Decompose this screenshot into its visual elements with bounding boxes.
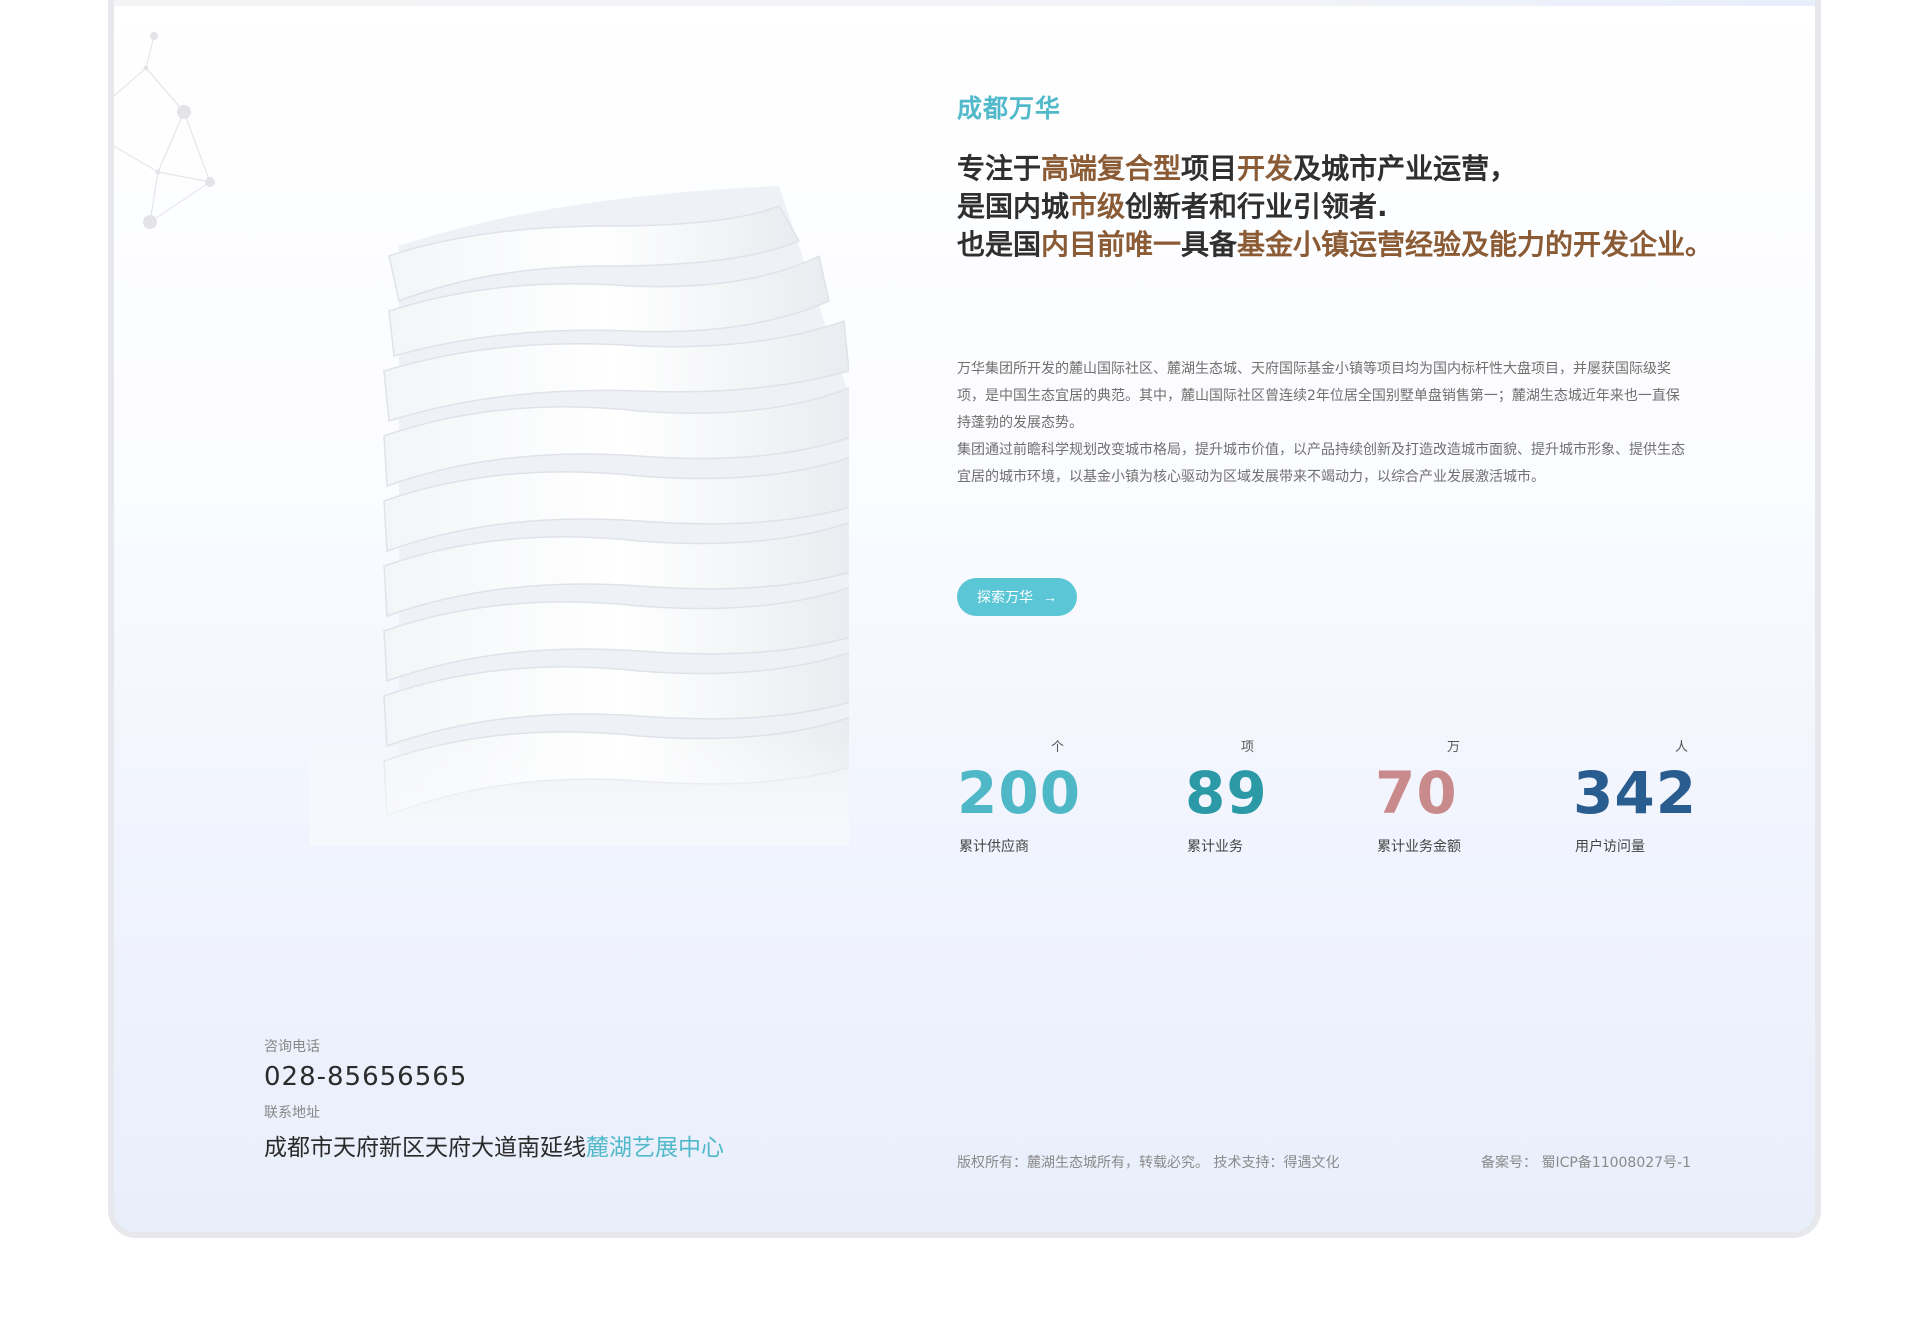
headline-line: 也是国内目前唯一具备基金小镇运营经验及能力的开发企业。: [957, 226, 1717, 264]
stat-label: 累计业务金额: [1377, 839, 1461, 855]
headline-highlight: 市级: [1069, 190, 1126, 223]
headline-line: 专注于高端复合型项目开发及城市产业运营，: [957, 150, 1717, 188]
network-node: [205, 177, 215, 187]
headline-highlight: 高端复合型: [1041, 152, 1182, 185]
network-node: [143, 65, 149, 71]
contact-block: 咨询电话 028-85656565 联系地址 成都市天府新区天府大道南延线麓湖艺…: [264, 1036, 724, 1162]
intro-paragraph: 万华集团所开发的麓山国际社区、麓湖生态城、天府国际基金小镇等项目均为国内标杆性大…: [957, 361, 1680, 431]
headline-text: 及城市产业运营，: [1293, 152, 1518, 185]
explore-button[interactable]: 探索万华 →: [957, 578, 1077, 616]
headline-highlight: 内目前唯一: [1041, 228, 1182, 261]
headline-text: 是国内城: [957, 190, 1070, 223]
stat-value: 342: [1573, 759, 1698, 827]
address: 成都市天府新区天府大道南延线麓湖艺展中心: [264, 1128, 724, 1162]
building-illustration: [309, 126, 849, 846]
stat-label: 用户访问量: [1575, 839, 1645, 855]
stat-unit: 个: [1051, 740, 1065, 755]
section-eyebrow: 成都万华: [957, 94, 1062, 123]
network-node: [177, 105, 191, 119]
headline-text: 项目: [1181, 152, 1238, 185]
phone-number[interactable]: 028-85656565: [264, 1062, 724, 1092]
stat-unit: 人: [1675, 740, 1689, 755]
stat-value: 89: [1185, 759, 1268, 827]
explore-button-label: 探索万华: [977, 589, 1033, 605]
headline-highlight: 基金小镇运营经验及能力的开发企业。: [1237, 228, 1714, 261]
icp-record[interactable]: 备案号： 蜀ICP备11008027号-1: [1481, 1152, 1691, 1172]
network-node: [150, 32, 158, 40]
address-main: 成都市天府新区天府大道南延线: [264, 1135, 586, 1161]
network-decoration: [114, 32, 215, 229]
stats-row: 个 200 累计供应商 项 89 累计业务 万 70 累计业务金额 人 342 …: [957, 736, 1696, 856]
stat-label: 累计供应商: [959, 839, 1029, 855]
network-node: [143, 215, 157, 229]
headline: 专注于高端复合型项目开发及城市产业运营， 是国内城市级创新者和行业引领者. 也是…: [957, 150, 1717, 264]
headline-text: 创新者和行业引领者.: [1125, 190, 1388, 223]
intro-paragraph: 集团通过前瞻科学规划改变城市格局，提升城市价值，以产品持续创新及打造改造城市面貌…: [957, 442, 1685, 485]
copyright-text: 版权所有：麓湖生态城所有，转载必究。 技术支持：得遇文化: [957, 1155, 1340, 1171]
address-label: 联系地址: [264, 1105, 320, 1121]
stat-value: 200: [957, 759, 1082, 827]
phone-label: 咨询电话: [264, 1039, 320, 1055]
arrow-right-icon: →: [1043, 589, 1057, 605]
stat-unit: 万: [1447, 740, 1461, 755]
stat-label: 累计业务: [1187, 839, 1243, 855]
address-accent-link[interactable]: 麓湖艺展中心: [586, 1135, 724, 1161]
stat-value: 70: [1375, 759, 1458, 827]
headline-line: 是国内城市级创新者和行业引领者.: [957, 188, 1717, 226]
content-card: 成都万华 专注于高端复合型项目开发及城市产业运营， 是国内城市级创新者和行业引领…: [108, 0, 1821, 1238]
network-node: [155, 169, 161, 175]
intro-body: 万华集团所开发的麓山国际社区、麓湖生态城、天府国际基金小镇等项目均为国内标杆性大…: [957, 356, 1687, 491]
headline-text: 专注于: [957, 152, 1042, 185]
headline-highlight: 开发: [1237, 152, 1294, 185]
stat-unit: 项: [1241, 740, 1255, 755]
headline-text: 也是国: [957, 228, 1042, 261]
headline-text: 具备: [1181, 228, 1238, 261]
